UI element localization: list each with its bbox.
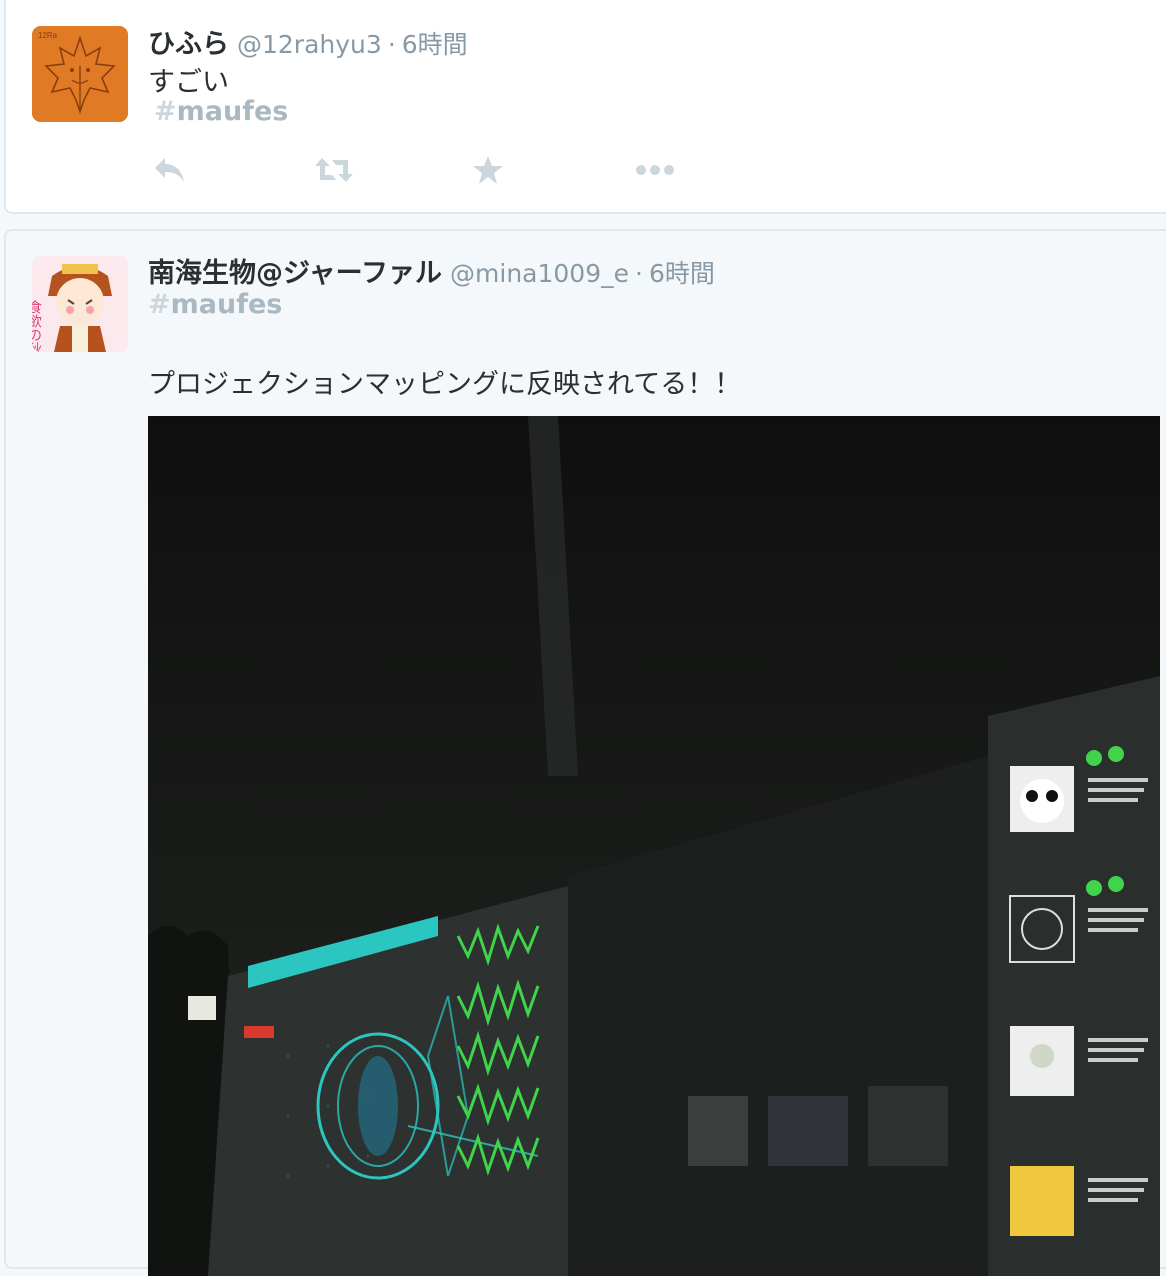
favorite-button[interactable] bbox=[468, 150, 508, 190]
hashtag-word: maufes bbox=[176, 96, 289, 127]
tweet-photo[interactable] bbox=[148, 416, 1160, 1276]
hashtag-symbol: # bbox=[148, 289, 171, 320]
tweet-card[interactable]: 食欲の秋 南海生物@ジャーファル @mina1009_e · 6時間 #maufes … bbox=[4, 229, 1166, 1276]
hashtag-word: maufes bbox=[170, 289, 283, 320]
hashtag-link[interactable]: #maufes bbox=[154, 96, 288, 127]
user-handle[interactable]: @mina1009_e bbox=[450, 259, 629, 288]
more-icon bbox=[636, 165, 674, 175]
tweet-header: 南海生物@ジャーファル @mina1009_e · 6時間 bbox=[148, 251, 715, 290]
user-name[interactable]: 南海生物@ジャーファル bbox=[148, 258, 442, 289]
anime-character-avatar-icon: 食欲の秋 bbox=[32, 256, 128, 352]
hashtag-link[interactable]: #maufes bbox=[148, 289, 282, 320]
user-avatar[interactable]: 12Ra bbox=[32, 26, 128, 122]
tweet-header: ひふら @12rahyu3 · 6時間 bbox=[148, 22, 468, 61]
favorite-icon bbox=[473, 156, 503, 184]
user-name[interactable]: ひふら bbox=[148, 29, 229, 60]
separator-dot: · bbox=[635, 259, 643, 288]
avatar-text: 食欲の秋 bbox=[32, 299, 42, 352]
reply-button[interactable] bbox=[150, 150, 190, 190]
separator-dot: · bbox=[387, 30, 396, 59]
maple-leaf-icon: 12Ra bbox=[32, 26, 128, 122]
hashtag-symbol: # bbox=[154, 96, 177, 127]
retweet-button[interactable] bbox=[312, 150, 356, 190]
tweet-card[interactable]: 12Ra ひふら @12rahyu3 · 6時間 すごい #maufes bbox=[4, 0, 1166, 214]
retweet-icon bbox=[315, 158, 353, 182]
svg-text:12Ra: 12Ra bbox=[38, 31, 58, 40]
user-handle[interactable]: @12rahyu3 bbox=[237, 30, 382, 59]
tweet-timestamp[interactable]: 6時間 bbox=[649, 259, 715, 288]
projection-mapping-photo bbox=[148, 416, 1160, 1276]
tweet-timestamp[interactable]: 6時間 bbox=[402, 30, 468, 59]
tweet-text: プロジェクションマッピングに反映されてる！！ bbox=[148, 369, 742, 400]
more-button[interactable] bbox=[632, 150, 678, 190]
user-avatar[interactable]: 食欲の秋 bbox=[32, 256, 128, 352]
reply-icon bbox=[155, 158, 184, 182]
tweet-text: すごい bbox=[148, 67, 229, 98]
